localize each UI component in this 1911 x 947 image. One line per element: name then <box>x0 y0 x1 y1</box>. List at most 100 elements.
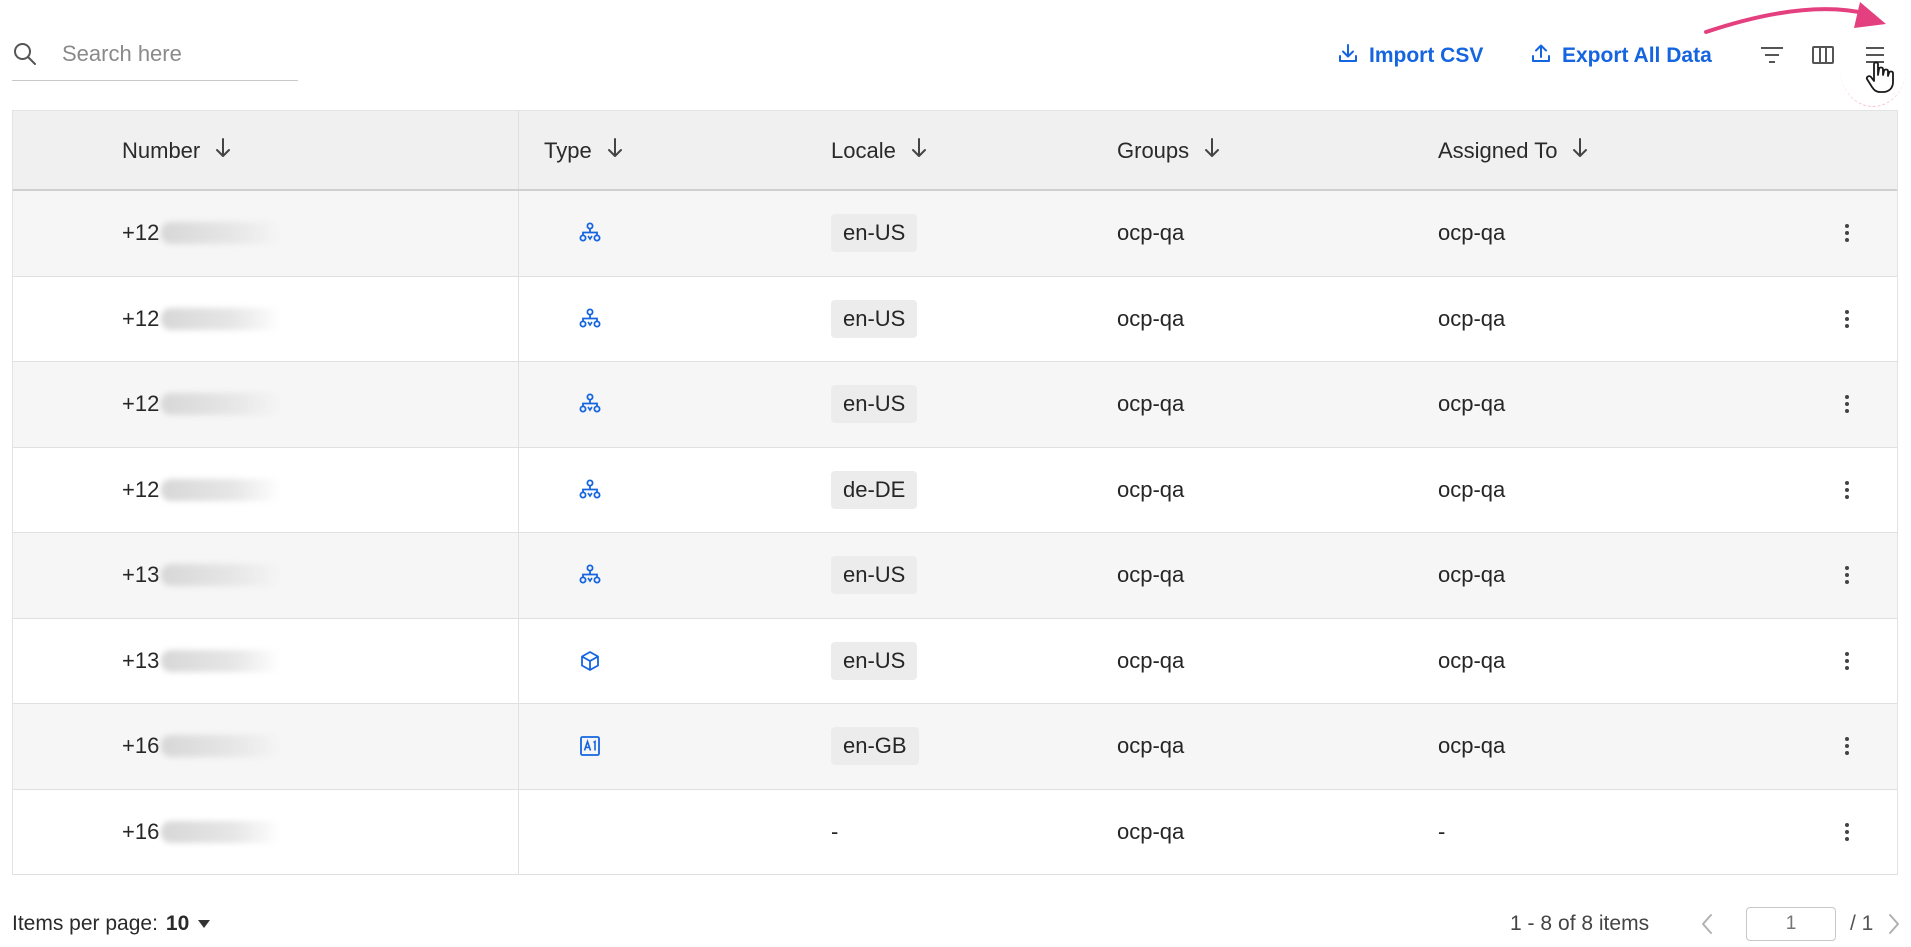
table-row[interactable]: +12 en-US ocp-qa ocp-qa <box>13 276 1897 362</box>
import-csv-button[interactable]: Import CSV <box>1337 42 1483 70</box>
hierarchy-icon <box>578 392 602 416</box>
groups-value: ocp-qa <box>1117 220 1185 246</box>
assigned-to-value: - <box>1438 818 1446 844</box>
row-actions-button[interactable] <box>1843 790 1851 875</box>
table-header: Number Type Locale Groups Assigned To <box>13 111 1897 191</box>
next-page-button[interactable] <box>1887 912 1901 936</box>
table-row[interactable]: +13 en-US ocp-qa ocp-qa <box>13 533 1897 619</box>
table-row[interactable]: +16 en-GB ocp-qa ocp-qa <box>13 704 1897 790</box>
phone-number: +13 <box>122 562 160 588</box>
page-total: / 1 <box>1850 911 1874 935</box>
type-cell <box>578 448 602 533</box>
hierarchy-icon <box>578 221 602 245</box>
phone-number: +12 <box>122 476 160 502</box>
kebab-menu-icon <box>1845 651 1849 670</box>
row-actions-button[interactable] <box>1843 277 1851 362</box>
groups-value: ocp-qa <box>1117 391 1185 417</box>
groups-cell: ocp-qa <box>1117 191 1184 276</box>
upload-icon <box>1530 42 1552 70</box>
of-items-text: of 8 items <box>1558 911 1650 935</box>
row-actions-button[interactable] <box>1843 619 1851 704</box>
cube-icon <box>578 649 602 673</box>
items-per-page-select[interactable]: Items per page: 10 <box>12 900 211 947</box>
assigned-to-cell: ocp-qa <box>1438 191 1505 276</box>
assigned-to-cell: ocp-qa <box>1438 448 1505 533</box>
page-number-input[interactable] <box>1746 906 1836 941</box>
number-cell: +16 <box>122 790 282 875</box>
column-divider <box>518 704 519 789</box>
locale-cell: en-GB <box>831 704 919 789</box>
annotation-arrow-icon <box>1704 2 1886 34</box>
export-all-data-label: Export All Data <box>1562 44 1712 67</box>
sort-arrow-down-icon <box>1571 137 1589 165</box>
locale-cell: en-US <box>831 619 918 704</box>
groups-cell: ocp-qa <box>1117 704 1184 789</box>
redacted-digits <box>161 564 282 587</box>
export-all-data-button[interactable]: Export All Data <box>1530 42 1712 70</box>
row-actions-button[interactable] <box>1843 362 1851 447</box>
groups-value: ocp-qa <box>1117 733 1185 759</box>
import-csv-label: Import CSV <box>1369 44 1484 67</box>
hierarchy-icon <box>578 307 602 331</box>
redacted-digits <box>161 393 282 416</box>
column-header-number[interactable]: Number <box>122 111 232 191</box>
search-input[interactable] <box>60 40 284 68</box>
sort-arrow-down-icon <box>214 137 232 165</box>
locale-badge: en-US <box>831 385 918 424</box>
assigned-to-value: ocp-qa <box>1438 733 1506 759</box>
columns-icon[interactable] <box>1808 40 1838 70</box>
chevron-right-icon <box>1889 913 1900 934</box>
pagination-range: 1 - 8 of 8 items <box>1510 900 1649 947</box>
row-actions-button[interactable] <box>1843 704 1851 789</box>
table-row[interactable]: +13 en-US ocp-qa ocp-qa <box>13 618 1897 704</box>
row-actions-button[interactable] <box>1843 448 1851 533</box>
phone-number: +16 <box>122 733 160 759</box>
kebab-menu-icon <box>1845 822 1849 841</box>
groups-value: ocp-qa <box>1117 647 1185 673</box>
caret-down-icon <box>197 912 211 936</box>
kebab-menu-icon <box>1845 566 1849 585</box>
redacted-digits <box>161 820 282 843</box>
chevron-left-icon <box>1702 913 1712 934</box>
kebab-menu-icon <box>1845 309 1849 328</box>
column-header-locale[interactable]: Locale <box>831 111 928 191</box>
groups-cell: ocp-qa <box>1117 448 1184 533</box>
assigned-to-value: ocp-qa <box>1438 305 1506 331</box>
redacted-digits <box>161 478 282 501</box>
groups-value: ocp-qa <box>1117 476 1185 502</box>
assigned-to-value: ocp-qa <box>1438 476 1506 502</box>
locale-badge: en-US <box>831 299 918 338</box>
redacted-digits <box>161 735 282 758</box>
column-header-groups[interactable]: Groups <box>1117 111 1221 191</box>
assigned-to-value: ocp-qa <box>1438 647 1506 673</box>
filter-icon[interactable] <box>1757 40 1787 70</box>
number-cell: +12 <box>122 448 282 533</box>
number-cell: +12 <box>122 277 282 362</box>
toolbar: Import CSV Export All Data <box>0 0 1911 107</box>
ai-icon <box>578 734 602 758</box>
assigned-to-cell: ocp-qa <box>1438 533 1505 618</box>
column-header-type[interactable]: Type <box>544 111 624 191</box>
table-row[interactable]: +16 - ocp-qa - <box>13 789 1897 875</box>
kebab-menu-icon <box>1845 480 1849 499</box>
table-row[interactable]: +12 en-US ocp-qa ocp-qa <box>13 191 1897 277</box>
groups-value: ocp-qa <box>1117 305 1185 331</box>
pagination-footer: Items per page: 10 1 - 8 of 8 items / 1 <box>0 900 1911 947</box>
assigned-to-cell: - <box>1438 790 1445 875</box>
range-text: 1 - 8 <box>1510 911 1553 935</box>
phone-number: +12 <box>122 220 160 246</box>
locale-cell: en-US <box>831 191 918 276</box>
row-actions-button[interactable] <box>1843 533 1851 618</box>
prev-page-button[interactable] <box>1700 912 1714 936</box>
locale-value: - <box>831 818 839 844</box>
redacted-digits <box>161 649 282 672</box>
column-header-assigned-to[interactable]: Assigned To <box>1438 111 1589 191</box>
locale-cell: - <box>831 790 838 875</box>
assigned-to-value: ocp-qa <box>1438 220 1506 246</box>
table-row[interactable]: +12 de-DE ocp-qa ocp-qa <box>13 447 1897 533</box>
table-row[interactable]: +12 en-US ocp-qa ocp-qa <box>13 362 1897 448</box>
assigned-to-cell: ocp-qa <box>1438 277 1505 362</box>
search-box[interactable] <box>12 28 298 81</box>
row-actions-button[interactable] <box>1843 191 1851 276</box>
assigned-to-value: ocp-qa <box>1438 391 1506 417</box>
